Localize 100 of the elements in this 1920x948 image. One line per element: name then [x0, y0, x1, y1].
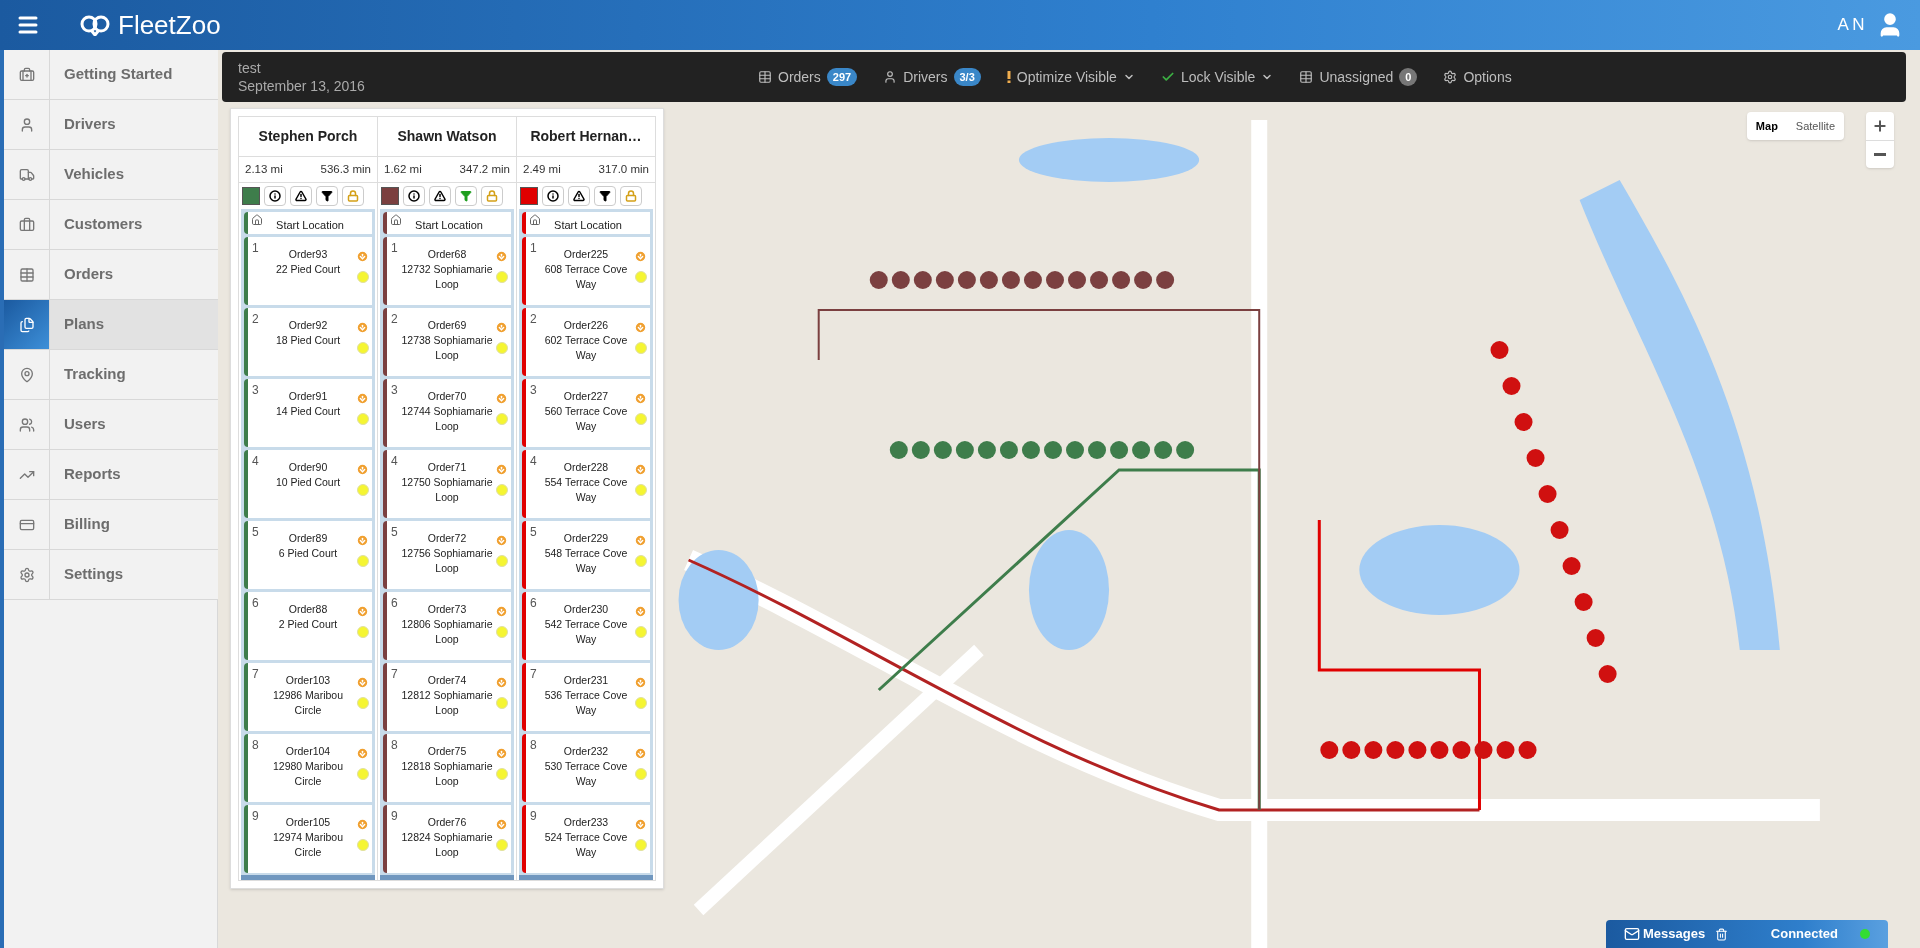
arrow-down-icon[interactable]	[495, 605, 508, 618]
map-type-button[interactable]: Map	[1746, 112, 1787, 140]
stop-marker[interactable]	[913, 271, 932, 289]
stop-marker[interactable]	[1156, 271, 1175, 289]
stop-marker[interactable]	[1452, 741, 1471, 759]
arrow-down-icon[interactable]	[356, 605, 369, 618]
stop-marker[interactable]	[1023, 271, 1042, 289]
arrow-down-icon[interactable]	[495, 818, 508, 831]
stop-card[interactable]: 6 Order73 12806 Sophiamarie Loop	[383, 592, 511, 660]
info-button[interactable]	[264, 186, 286, 206]
stop-marker[interactable]	[1562, 557, 1581, 575]
stop-card[interactable]: 8 Order232 530 Terrace Cove Way	[522, 734, 650, 802]
lock-button[interactable]	[481, 186, 503, 206]
stop-card[interactable]: 1 Order93 22 Pied Court	[244, 237, 372, 305]
stop-card[interactable]: 3 Order227 560 Terrace Cove Way	[522, 379, 650, 447]
filter-button[interactable]	[316, 186, 338, 206]
stop-marker[interactable]	[957, 271, 976, 289]
stop-marker[interactable]	[1386, 741, 1405, 759]
arrow-down-icon[interactable]	[495, 392, 508, 405]
stop-card[interactable]: 6 Order230 542 Terrace Cove Way	[522, 592, 650, 660]
stop-marker[interactable]	[1364, 741, 1383, 759]
start-location-card[interactable]: Start Location	[522, 212, 650, 234]
arrow-down-icon[interactable]	[356, 818, 369, 831]
stop-card[interactable]: 2 Order92 18 Pied Court	[244, 308, 372, 376]
start-location-card[interactable]: Start Location	[383, 212, 511, 234]
stop-card[interactable]: 9 Order105 12974 Maribou Circle	[244, 805, 372, 873]
arrow-down-icon[interactable]	[356, 534, 369, 547]
stop-marker[interactable]	[1132, 441, 1151, 459]
toolbar-button[interactable]: Optimize Visible	[1006, 66, 1135, 88]
arrow-down-icon[interactable]	[634, 250, 647, 263]
start-location-card[interactable]: Start Location	[244, 212, 372, 234]
stop-marker[interactable]	[911, 441, 930, 459]
stop-card[interactable]: 8 Order75 12818 Sophiamarie Loop	[383, 734, 511, 802]
filter-button[interactable]	[594, 186, 616, 206]
arrow-down-icon[interactable]	[634, 747, 647, 760]
stop-marker[interactable]	[1001, 271, 1020, 289]
stop-card[interactable]: 4 Order71 12750 Sophiamarie Loop	[383, 450, 511, 518]
arrow-down-icon[interactable]	[495, 676, 508, 689]
arrow-down-icon[interactable]	[356, 747, 369, 760]
stop-card[interactable]: 5 Order72 12756 Sophiamarie Loop	[383, 521, 511, 589]
stop-marker[interactable]	[1574, 593, 1593, 611]
arrow-down-icon[interactable]	[634, 392, 647, 405]
arrow-down-icon[interactable]	[634, 605, 647, 618]
toolbar-button[interactable]: Lock Visible	[1160, 66, 1274, 88]
stop-card[interactable]: 7 Order74 12812 Sophiamarie Loop	[383, 663, 511, 731]
messages-bar[interactable]: Messages Connected	[1606, 920, 1888, 948]
stop-marker[interactable]	[1496, 741, 1515, 759]
stop-card[interactable]: 2 Order226 602 Terrace Cove Way	[522, 308, 650, 376]
stop-marker[interactable]	[1490, 341, 1509, 359]
info-button[interactable]	[403, 186, 425, 206]
stop-marker[interactable]	[1586, 629, 1605, 647]
stop-card[interactable]: 2 Order69 12738 Sophiamarie Loop	[383, 308, 511, 376]
stop-marker[interactable]	[1320, 741, 1339, 759]
stop-marker[interactable]	[1088, 441, 1107, 459]
stop-card[interactable]: 3 Order70 12744 Sophiamarie Loop	[383, 379, 511, 447]
stop-marker[interactable]	[1526, 449, 1545, 467]
stop-marker[interactable]	[935, 271, 954, 289]
stop-card[interactable]: 1 Order68 12732 Sophiamarie Loop	[383, 237, 511, 305]
arrow-down-icon[interactable]	[634, 818, 647, 831]
stop-marker[interactable]	[1090, 271, 1109, 289]
stop-marker[interactable]	[1514, 413, 1533, 431]
arrow-down-icon[interactable]	[495, 321, 508, 334]
stop-marker[interactable]	[979, 271, 998, 289]
stop-marker[interactable]	[1134, 271, 1153, 289]
toolbar-button[interactable]: Orders 297	[758, 66, 858, 88]
stop-marker[interactable]	[999, 441, 1018, 459]
stop-marker[interactable]	[889, 441, 908, 459]
arrow-down-icon[interactable]	[356, 676, 369, 689]
route-color-swatch[interactable]	[242, 187, 260, 205]
stop-card[interactable]: 1 Order225 608 Terrace Cove Way	[522, 237, 650, 305]
warning-button[interactable]	[429, 186, 451, 206]
stop-marker[interactable]	[933, 441, 952, 459]
stop-marker[interactable]	[1538, 485, 1557, 503]
stop-marker[interactable]	[1068, 271, 1086, 289]
arrow-down-icon[interactable]	[356, 250, 369, 263]
arrow-down-icon[interactable]	[356, 392, 369, 405]
info-button[interactable]	[542, 186, 564, 206]
stop-marker[interactable]	[1598, 665, 1617, 683]
stop-marker[interactable]	[1408, 741, 1427, 759]
stop-card[interactable]: 5 Order89 6 Pied Court	[244, 521, 372, 589]
stop-marker[interactable]	[1043, 441, 1062, 459]
stop-marker[interactable]	[1474, 741, 1493, 759]
stop-marker[interactable]	[891, 271, 910, 289]
warning-button[interactable]	[290, 186, 312, 206]
route-color-swatch[interactable]	[381, 187, 399, 205]
stop-marker[interactable]	[1112, 271, 1131, 289]
arrow-down-icon[interactable]	[356, 321, 369, 334]
arrow-down-icon[interactable]	[634, 321, 647, 334]
arrow-down-icon[interactable]	[495, 747, 508, 760]
stop-card[interactable]: 7 Order103 12986 Maribou Circle	[244, 663, 372, 731]
stop-marker[interactable]	[1110, 441, 1129, 459]
stop-marker[interactable]	[1021, 441, 1040, 459]
toolbar-button[interactable]: Options	[1443, 66, 1512, 88]
stop-marker[interactable]	[1430, 741, 1449, 759]
arrow-down-icon[interactable]	[356, 463, 369, 476]
stop-card[interactable]: 3 Order91 14 Pied Court	[244, 379, 372, 447]
stop-marker[interactable]	[1176, 441, 1195, 459]
stop-card[interactable]: 9 Order233 524 Terrace Cove Way	[522, 805, 650, 873]
arrow-down-icon[interactable]	[634, 676, 647, 689]
stop-card[interactable]: 6 Order88 2 Pied Court	[244, 592, 372, 660]
